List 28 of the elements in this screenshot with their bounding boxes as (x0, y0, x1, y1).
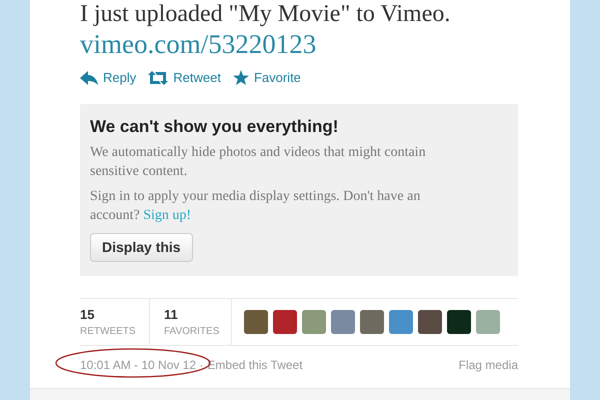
avatar-photo[interactable] (447, 310, 471, 334)
sign-up-link[interactable]: Sign up! (143, 208, 192, 223)
avatar-photo[interactable] (331, 310, 355, 334)
notice-title: We can't show you everything! (90, 116, 340, 138)
tweet-text: I just uploaded "My Movie" to Vimeo. (80, 0, 452, 28)
avatar-photo[interactable] (273, 310, 297, 334)
avatar-photo[interactable] (360, 310, 384, 334)
tweet-action-link[interactable]: Retweet (148, 68, 221, 88)
stat-label: FAVORITES (164, 325, 217, 340)
stat-count: 11 (164, 306, 179, 324)
flag-media-link[interactable]: Flag media (458, 356, 518, 374)
tweet-action-link[interactable]: Favorite (232, 68, 301, 88)
avatar-photo[interactable] (389, 310, 413, 334)
stat-count: 15 (80, 306, 96, 324)
notice-text: Sign in to apply your media display settings. Don't have an account? Sign up! (90, 188, 422, 225)
avatar-photo[interactable] (244, 310, 268, 334)
reply-arrow-icon (80, 70, 98, 85)
embed-link[interactable]: Embed this Tweet (207, 356, 303, 374)
stat-label: RETWEETS (80, 325, 135, 340)
avatar-photo[interactable] (302, 310, 326, 334)
display-button[interactable]: Display this (90, 233, 193, 262)
avatar-photo[interactable] (418, 310, 442, 334)
notice-text: We automatically hide photos and videos that might contain sensitive content. (90, 144, 427, 181)
avatar-photo[interactable] (476, 310, 500, 334)
star-icon (232, 70, 249, 86)
retweet-arrows-icon (148, 70, 168, 85)
tweet-link[interactable]: vimeo.com/53220123 (80, 28, 316, 60)
tweet-action-link[interactable]: Reply (80, 68, 136, 88)
